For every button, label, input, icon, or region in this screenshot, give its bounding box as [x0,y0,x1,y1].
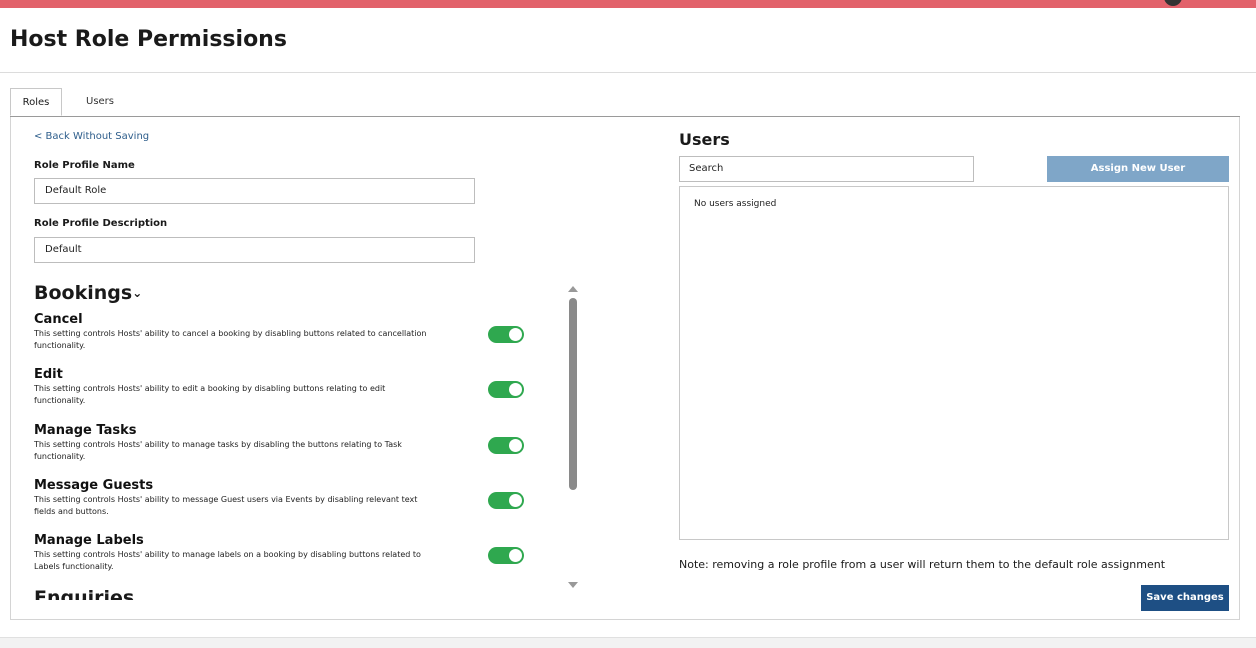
tab-bar: Roles Users [10,88,1240,117]
page-title: Host Role Permissions [10,27,287,52]
toggle-knob [509,439,522,452]
toggle-knob [509,494,522,507]
toggle-knob [509,383,522,396]
permission-description: This setting controls Hosts' ability to … [34,329,427,350]
permissions-scrollbar[interactable] [566,282,580,594]
permission-title: Manage Labels [34,533,144,548]
top-accent-bar [0,0,1256,8]
permissions-scroll-area[interactable]: Bookings⌄ Cancel This setting controls H… [30,278,585,600]
permission-title: Edit [34,367,63,382]
title-divider [0,72,1256,73]
permission-manage-tasks: Manage Tasks This setting controls Hosts… [34,423,554,463]
role-profile-description-label: Role Profile Description [34,218,168,229]
save-changes-button[interactable]: Save changes [1141,585,1229,611]
permission-cancel: Cancel This setting controls Hosts' abil… [34,312,554,352]
manage-tasks-toggle[interactable] [488,437,524,454]
role-profile-description-input[interactable]: Default [34,237,475,263]
manage-labels-toggle[interactable] [488,547,524,564]
section-heading-bookings[interactable]: Bookings⌄ [34,282,142,304]
user-search-input[interactable]: Search [679,156,974,182]
message-guests-toggle[interactable] [488,492,524,509]
section-heading-label: Bookings [34,282,133,304]
permission-message-guests: Message Guests This setting controls Hos… [34,478,554,518]
permission-description: This setting controls Hosts' ability to … [34,495,418,516]
scroll-down-arrow-icon[interactable] [568,582,578,588]
footer-bar [0,637,1256,648]
permission-description: This setting controls Hosts' ability to … [34,384,386,405]
tab-roles[interactable]: Roles [10,88,62,116]
permission-description: This setting controls Hosts' ability to … [34,550,421,571]
chevron-down-icon: ⌄ [132,286,143,300]
edit-toggle[interactable] [488,381,524,398]
permission-description: This setting controls Hosts' ability to … [34,440,402,461]
scroll-up-arrow-icon[interactable] [568,286,578,292]
cancel-toggle[interactable] [488,326,524,343]
role-removal-note: Note: removing a role profile from a use… [679,558,1166,571]
permission-title: Message Guests [34,478,154,493]
permission-edit: Edit This setting controls Hosts' abilit… [34,367,554,407]
tab-users[interactable]: Users [74,88,126,116]
scrollbar-thumb[interactable] [569,298,577,490]
empty-users-message: No users assigned [694,199,777,209]
section-heading-enquiries[interactable]: Enquiries [34,587,134,600]
toggle-knob [509,549,522,562]
role-profile-name-input[interactable]: Default Role [34,178,475,204]
permission-manage-labels: Manage Labels This setting controls Host… [34,533,554,573]
assigned-users-list: No users assigned [679,186,1229,540]
permission-title: Manage Tasks [34,423,137,438]
back-without-saving-link[interactable]: < Back Without Saving [34,131,149,142]
users-heading: Users [679,130,730,149]
role-profile-name-label: Role Profile Name [34,160,135,171]
toggle-knob [509,328,522,341]
permission-title: Cancel [34,312,83,327]
assign-new-user-button[interactable]: Assign New User [1047,156,1229,182]
